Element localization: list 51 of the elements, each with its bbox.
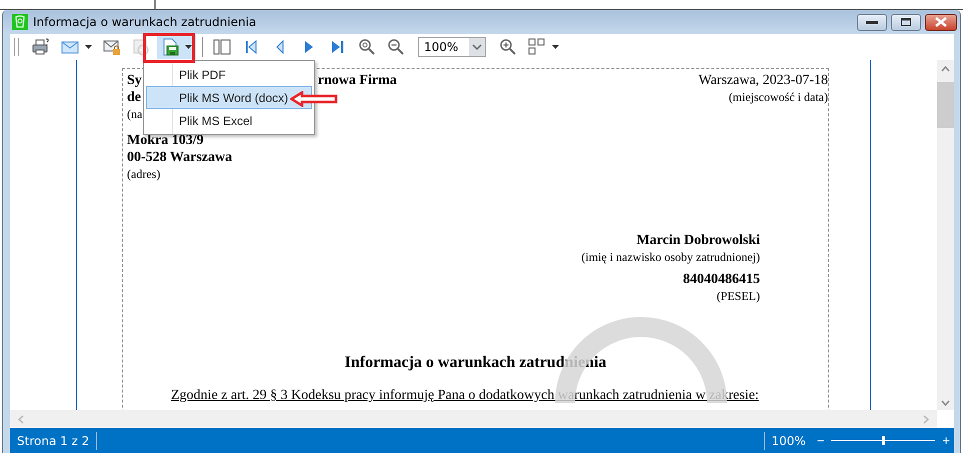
- employee-name-caption: (imię i nazwisko osoby zatrudnionej): [581, 249, 760, 265]
- sender-name: Sy: [127, 72, 142, 89]
- zoom-out-button[interactable]: −: [812, 433, 828, 448]
- minimize-icon: [866, 20, 878, 24]
- page-layout-icon: [213, 38, 231, 56]
- place-date: Warszawa, 2023-07-18: [698, 72, 828, 89]
- scroll-down-icon: [941, 400, 950, 406]
- zoom-dropdown[interactable]: 100%: [418, 37, 486, 57]
- menu-item[interactable]: Plik MS Excel: [146, 109, 312, 132]
- scrollbar-thumb[interactable]: [937, 82, 954, 128]
- maximize-button[interactable]: [891, 14, 921, 30]
- menu-item[interactable]: Plik PDF: [146, 63, 312, 86]
- pesel-caption: (PESEL): [716, 288, 760, 304]
- multiple-pages-icon: [528, 38, 546, 56]
- caret-icon: [185, 45, 192, 49]
- zoom-out-icon: [387, 38, 405, 56]
- sender-city: 00-528 Warszawa: [127, 149, 232, 166]
- sender-caption: (na: [127, 106, 142, 122]
- add-circle-icon: [132, 38, 150, 56]
- highlight-frame: [143, 33, 195, 63]
- zoom-in-button[interactable]: +: [938, 433, 954, 448]
- scroll-left-icon: [18, 414, 24, 424]
- save-file-icon: [161, 38, 179, 56]
- caret-icon: [469, 38, 485, 56]
- app-icon: [12, 14, 28, 30]
- sender-street: Mokra 103/9: [127, 132, 204, 149]
- place-date-caption: (miejscowość i data): [728, 89, 828, 105]
- scroll-up-icon: [941, 66, 950, 72]
- printer-icon: [32, 38, 50, 56]
- caret-icon: [85, 45, 92, 49]
- sender-name: rnowa Firma: [318, 72, 397, 89]
- address-caption: (adres): [127, 166, 160, 182]
- close-button[interactable]: [925, 14, 957, 30]
- slider-thumb[interactable]: [882, 436, 886, 445]
- caret-icon: [552, 45, 559, 49]
- minimize-button[interactable]: [857, 14, 887, 30]
- zoom-level: 100%: [770, 434, 807, 448]
- employee-name: Marcin Dobrowolski: [636, 232, 760, 249]
- zoom-in-icon: [499, 38, 517, 56]
- pesel-number: 84040486415: [683, 271, 760, 288]
- close-icon: [935, 17, 947, 27]
- sender-name: de: [127, 89, 141, 106]
- scroll-right-icon: [923, 414, 929, 424]
- page-indicator: Strona 1 z 2: [16, 434, 90, 448]
- envelope-lock-icon: [103, 38, 121, 56]
- horizontal-scrollbar[interactable]: [10, 410, 937, 428]
- zoom-icon: [358, 38, 376, 56]
- window-title: Informacja o warunkach zatrudnienia: [33, 15, 256, 29]
- maximize-icon: [901, 18, 911, 26]
- menu-item[interactable]: Plik MS Word (docx): [146, 86, 312, 109]
- vertical-scrollbar[interactable]: [937, 60, 954, 410]
